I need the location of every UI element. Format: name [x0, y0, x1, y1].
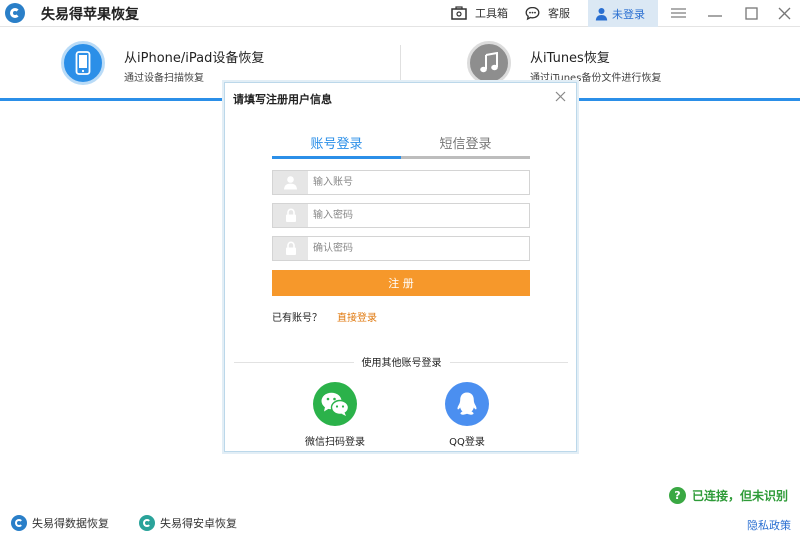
- menu-button[interactable]: [669, 4, 687, 22]
- qq-icon: [457, 392, 477, 415]
- phone-icon: [75, 51, 91, 75]
- minimize-button[interactable]: [706, 4, 724, 22]
- footer-android-recovery-label: 失易得安卓恢复: [160, 517, 237, 530]
- close-icon: [778, 7, 790, 19]
- user-icon-box: [273, 171, 308, 194]
- dialog-title: 请填写注册用户信息: [233, 93, 332, 106]
- qq-circle: [445, 382, 489, 426]
- question-icon: ?: [669, 487, 686, 504]
- dialog-close-button[interactable]: [552, 88, 568, 104]
- app-window: 失易得苹果恢复 工具箱 客服 未登录 从iPhone/iPad设备恢复 通过设备…: [0, 0, 800, 533]
- confirm-password-input[interactable]: [313, 237, 523, 260]
- chat-bubble-icon: [525, 6, 540, 20]
- privacy-policy-link[interactable]: 隐私政策: [747, 517, 791, 533]
- qq-label: QQ登录: [449, 437, 485, 448]
- footer-data-recovery-label: 失易得数据恢复: [32, 517, 109, 530]
- music-circle: [467, 41, 511, 85]
- wechat-label: 微信扫码登录: [305, 437, 365, 448]
- other-login-label: 使用其他账号登录: [353, 358, 450, 369]
- title-bar: 失易得苹果恢复 工具箱 客服 未登录: [0, 0, 800, 27]
- service-label: 客服: [548, 7, 570, 20]
- wechat-circle: [313, 382, 357, 426]
- phone-circle: [61, 41, 105, 85]
- user-icon: [595, 7, 608, 20]
- account-field: [272, 170, 530, 195]
- wechat-icon: [321, 392, 350, 416]
- toolbox-button[interactable]: 工具箱: [451, 5, 508, 21]
- data-recovery-icon: [11, 515, 27, 531]
- lock-icon-box: [273, 204, 308, 227]
- mode-ios-subtitle: 通过设备扫描恢复: [124, 73, 204, 84]
- tab-inactive-indicator: [401, 156, 530, 159]
- toolbox-icon: [451, 6, 467, 20]
- android-recovery-icon: [139, 515, 155, 531]
- password-field: [272, 203, 530, 228]
- other-login-label-wrap: 使用其他账号登录: [225, 354, 578, 369]
- footer-data-recovery-link[interactable]: 失易得数据恢复: [11, 515, 109, 531]
- music-note-icon: [480, 52, 498, 73]
- mode-ios-title: 从iPhone/iPad设备恢复: [124, 51, 265, 66]
- direct-login-link[interactable]: 直接登录: [337, 309, 377, 324]
- login-tabs: 账号登录 短信登录: [272, 133, 530, 159]
- tab-account-login[interactable]: 账号登录: [272, 133, 401, 152]
- tab-sms-login[interactable]: 短信登录: [401, 133, 530, 152]
- app-logo-icon: [5, 3, 25, 23]
- lock-icon: [285, 208, 296, 222]
- footer-android-recovery-link[interactable]: 失易得安卓恢复: [139, 515, 237, 531]
- have-account-text: 已有账号？: [272, 313, 322, 324]
- maximize-button[interactable]: [742, 4, 760, 22]
- user-icon: [284, 176, 297, 190]
- password-input[interactable]: [313, 204, 523, 227]
- service-button[interactable]: 客服: [525, 5, 570, 21]
- device-status[interactable]: ? 已连接，但未识别: [669, 487, 788, 504]
- lock-icon-box: [273, 237, 308, 260]
- wechat-login-button[interactable]: 微信扫码登录: [290, 382, 380, 448]
- menu-icon: [670, 8, 686, 18]
- mode-itunes-title: 从iTunes恢复: [530, 51, 610, 66]
- close-icon: [555, 91, 565, 101]
- device-status-text: 已连接，但未识别: [692, 489, 789, 503]
- tab-active-indicator: [272, 156, 401, 159]
- login-button[interactable]: 未登录: [588, 0, 658, 27]
- register-button[interactable]: 注 册: [272, 270, 530, 296]
- toolbox-label: 工具箱: [475, 7, 508, 20]
- maximize-icon: [744, 6, 758, 20]
- app-title: 失易得苹果恢复: [41, 7, 139, 23]
- register-dialog: 请填写注册用户信息 账号登录 短信登录 输入账号 注 册 已有账号？ 直接登录 …: [224, 82, 577, 452]
- account-input[interactable]: [313, 171, 523, 194]
- qq-login-button[interactable]: QQ登录: [422, 382, 512, 448]
- close-window-button[interactable]: [775, 4, 793, 22]
- login-label: 未登录: [612, 7, 645, 21]
- lock-icon: [285, 241, 296, 255]
- confirm-password-field: [272, 236, 530, 261]
- minimize-icon: [708, 15, 722, 17]
